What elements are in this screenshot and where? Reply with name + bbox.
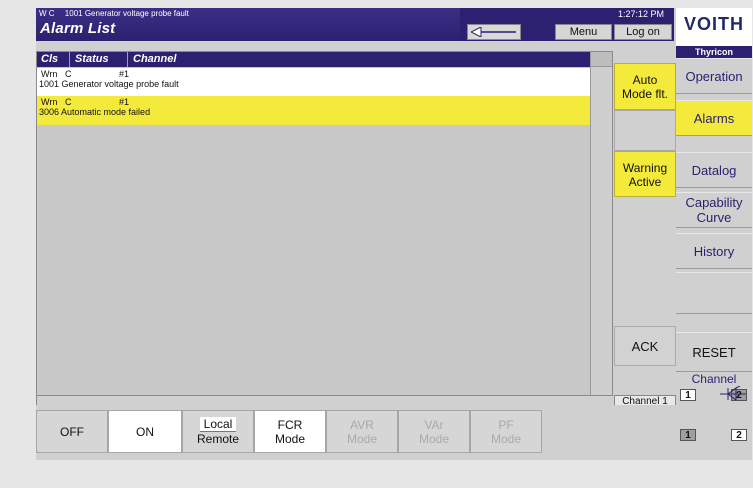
avr-mode-button[interactable]: AVR Mode: [326, 410, 398, 453]
pf-label: PF: [498, 417, 514, 432]
header-menu-area: Menu: [554, 8, 614, 41]
header-bar: W C 1001 Generator voltage probe fault A…: [36, 8, 460, 41]
nav-datalog[interactable]: Datalog: [676, 152, 752, 188]
nav-empty-slot: [676, 272, 752, 314]
channel-1-button[interactable]: 1: [680, 389, 696, 401]
thyristor-icon: [720, 386, 746, 401]
alarm-class: Wrn: [41, 97, 58, 107]
list-footer: [36, 396, 613, 405]
fcr-mode-button[interactable]: FCR Mode: [254, 410, 326, 453]
alarm-status: C: [65, 97, 72, 107]
indicator-text: Warning: [622, 161, 668, 175]
pf-mode-button[interactable]: PF Mode: [470, 410, 542, 453]
avr-label: AVR: [350, 417, 374, 432]
warning-active-indicator: Warning Active: [614, 151, 676, 197]
remote-label: Remote: [196, 432, 240, 446]
nav-operation[interactable]: Operation: [676, 58, 752, 94]
indicator-text: Auto: [632, 73, 658, 87]
product-name: Thyricon: [676, 46, 752, 58]
mode-button-bar: OFF ON Local Remote FCR Mode AVR Mode VA…: [36, 405, 676, 460]
column-channel: Channel: [133, 53, 177, 65]
column-status: Status: [75, 53, 109, 65]
alarm-status: C: [65, 69, 72, 79]
alarm-row[interactable]: Wrn C #1 3006 Automatic mode failed: [37, 96, 590, 125]
local-remote-button[interactable]: Local Remote: [182, 410, 254, 453]
clock: 1:27:12 PM: [618, 9, 665, 19]
scrollbar-header: [591, 52, 612, 67]
alarm-channel: #1: [119, 69, 130, 79]
nav-history[interactable]: History: [676, 233, 752, 269]
page-title: Alarm List: [40, 20, 116, 37]
alarm-list-scrollbar[interactable]: [590, 52, 612, 395]
brand-logo: VOITH: [683, 14, 744, 34]
latest-alarm-message: W C 1001 Generator voltage probe fault: [39, 9, 197, 18]
alarm-list-header: Cls Status Channel: [37, 52, 590, 67]
alarm-list-panel: Cls Status Channel Wrn C #1 1001 Generat…: [36, 51, 613, 396]
on-button[interactable]: ON: [108, 410, 182, 453]
alarm-channel: #1: [119, 97, 130, 107]
empty-indicator: [614, 110, 676, 151]
column-cls: Cls: [41, 53, 59, 65]
bottom-channel-1-button[interactable]: 1: [680, 429, 696, 441]
column-divider: [69, 52, 70, 67]
off-button[interactable]: OFF: [36, 410, 108, 453]
local-label: Local: [199, 417, 237, 432]
nav-label: Capability: [685, 195, 743, 210]
alarm-code: W C: [39, 9, 55, 18]
bottom-channel-2-button[interactable]: 2: [731, 429, 747, 441]
indicator-text: Mode flt.: [621, 87, 669, 101]
alarm-class: Wrn: [41, 69, 58, 79]
status-indicator-column: Auto Mode flt. Warning Active ACK Channe…: [614, 51, 676, 408]
fcr-mode-label: Mode: [274, 431, 306, 446]
header-back-area: [460, 8, 554, 41]
indicator-text: Active: [628, 175, 662, 189]
auto-mode-fault-indicator: Auto Mode flt.: [614, 63, 676, 110]
alarm-description: 3006 Automatic mode failed: [39, 107, 151, 117]
var-mode-button[interactable]: VAr Mode: [398, 410, 470, 453]
nav-label: Curve: [696, 210, 732, 225]
pf-mode-label: Mode: [490, 431, 522, 446]
var-label: VAr: [424, 417, 444, 432]
avr-mode-label: Mode: [346, 431, 378, 446]
log-on-button[interactable]: Log on: [614, 24, 672, 40]
back-arrow-icon: [471, 27, 516, 37]
fcr-label: FCR: [277, 417, 303, 432]
header-time-area: 1:27:12 PM Log on: [614, 8, 674, 41]
reset-button[interactable]: RESET: [676, 332, 752, 372]
ack-button[interactable]: ACK: [614, 326, 676, 366]
back-button[interactable]: [467, 24, 521, 40]
hmi-screen: W C 1001 Generator voltage probe fault A…: [36, 8, 752, 460]
alarm-row[interactable]: Wrn C #1 1001 Generator voltage probe fa…: [37, 68, 590, 97]
alarm-description: 1001 Generator voltage probe fault: [39, 79, 179, 89]
nav-alarms[interactable]: Alarms: [676, 100, 752, 136]
column-divider: [127, 52, 128, 67]
nav-capability-curve[interactable]: Capability Curve: [676, 192, 752, 228]
alarm-text: 1001 Generator voltage probe fault: [64, 9, 189, 18]
var-mode-label: Mode: [418, 431, 450, 446]
menu-button[interactable]: Menu: [555, 24, 612, 40]
channel-selector-label: Channel: [691, 372, 737, 386]
